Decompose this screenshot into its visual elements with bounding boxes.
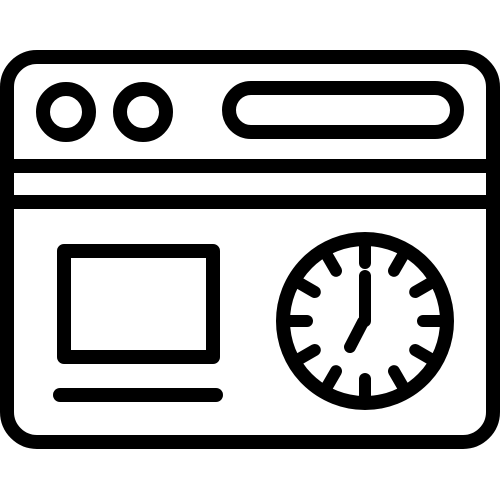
clock-tick <box>388 249 409 277</box>
clock-icon <box>276 232 454 410</box>
window-control-dot-1 <box>36 82 96 142</box>
clock-tick <box>293 277 321 298</box>
clock-tick <box>321 365 342 393</box>
clock-tick <box>409 277 437 298</box>
image-placeholder <box>57 244 220 364</box>
clock-tick <box>321 249 342 277</box>
browser-window-clock-icon <box>0 50 500 449</box>
clock-tick <box>388 365 409 393</box>
clock-tick <box>293 344 321 365</box>
icon-canvas <box>0 0 500 500</box>
clock-hour-hand <box>344 316 369 353</box>
window-control-dot-2 <box>113 82 173 142</box>
address-bar <box>222 81 464 139</box>
clock-tick <box>409 344 437 365</box>
